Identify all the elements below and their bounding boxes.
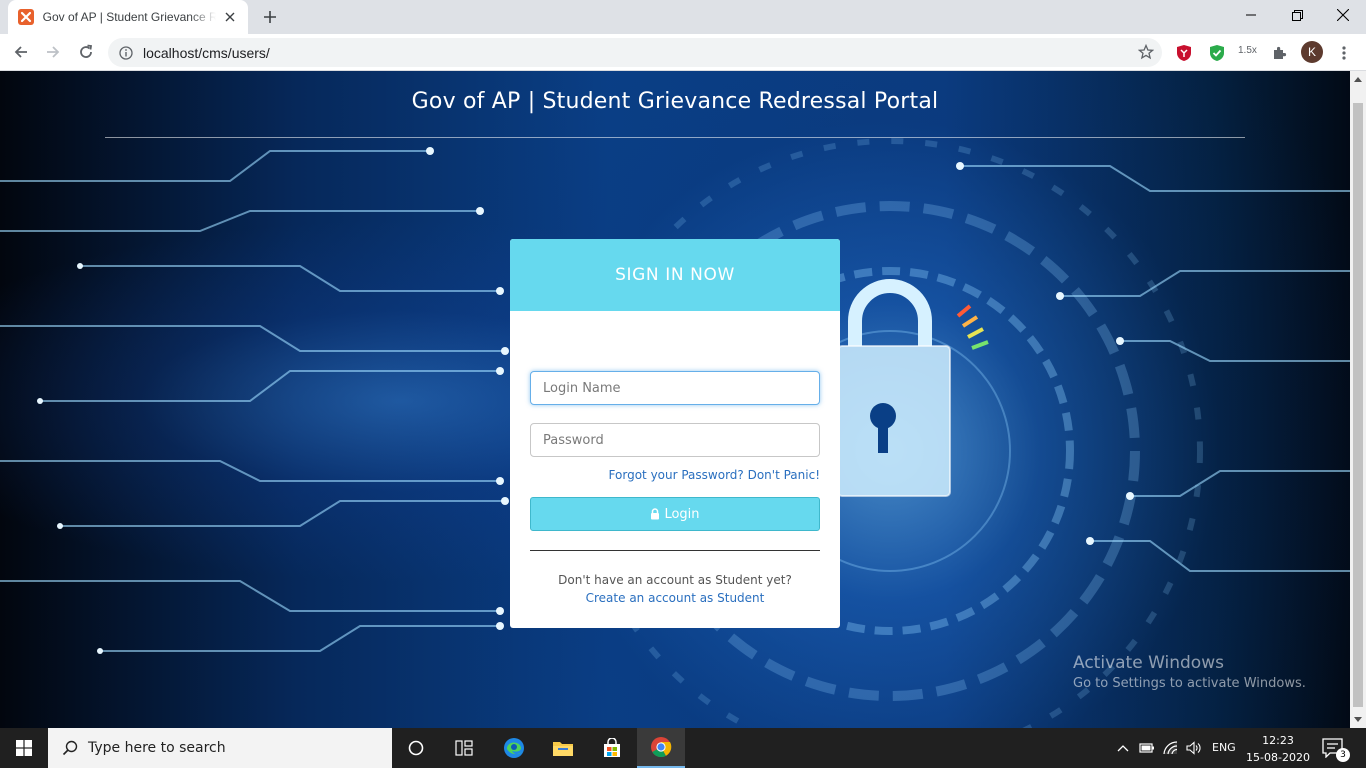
- extensions-puzzle-icon[interactable]: [1270, 43, 1290, 63]
- search-icon: [60, 738, 80, 758]
- extension-shield-red-icon[interactable]: [1174, 43, 1194, 63]
- title-divider: [105, 137, 1245, 138]
- tray-overflow-chevron-icon[interactable]: [1114, 740, 1132, 756]
- windows-taskbar: Type here to search ENG 12:23 15-08-2020…: [0, 728, 1366, 768]
- arrow-left-icon: [14, 46, 27, 58]
- new-tab-button[interactable]: [258, 6, 282, 28]
- chrome-menu-icon[interactable]: [1334, 43, 1354, 63]
- login-button-label: Login: [664, 506, 700, 522]
- forgot-password-link[interactable]: Forgot your Password? Don't Panic!: [609, 468, 820, 482]
- arrow-right-icon: [47, 46, 60, 58]
- taskbar-clock[interactable]: 12:23 15-08-2020: [1245, 732, 1311, 766]
- scroll-thumb[interactable]: [1353, 103, 1363, 707]
- browser-tabstrip: Gov of AP | Student Grievance Redressal …: [0, 0, 1366, 34]
- padlock-icon: [837, 279, 951, 497]
- card-divider: [530, 550, 820, 551]
- xampp-favicon-icon: [18, 9, 34, 25]
- back-button[interactable]: [8, 39, 34, 65]
- create-account-link[interactable]: Create an account as Student: [510, 591, 840, 605]
- bookmark-star-icon[interactable]: [1137, 43, 1155, 64]
- taskbar-chrome[interactable]: [637, 728, 685, 768]
- close-window-button[interactable]: [1320, 0, 1366, 30]
- scroll-down-arrow-icon[interactable]: [1354, 717, 1362, 722]
- clock-time: 12:23: [1262, 734, 1294, 747]
- url-text: localhost/cms/users/: [143, 44, 270, 61]
- chrome-icon: [651, 737, 672, 758]
- wifi-icon[interactable]: [1162, 740, 1180, 756]
- password-input[interactable]: [530, 423, 820, 457]
- login-card: SIGN IN NOW Forgot your Password? Don't …: [510, 239, 840, 628]
- folder-icon: [553, 742, 573, 756]
- start-button[interactable]: [0, 728, 48, 768]
- taskbar-edge[interactable]: [490, 728, 538, 768]
- reload-icon: [80, 44, 93, 58]
- scroll-up-arrow-icon[interactable]: [1354, 77, 1362, 82]
- forward-button[interactable]: [40, 39, 66, 65]
- task-view-icon: [455, 740, 473, 756]
- address-bar[interactable]: localhost/cms/users/: [108, 38, 1162, 67]
- browser-toolbar: localhost/cms/users/ 1.5x K: [0, 34, 1366, 71]
- no-account-text: Don't have an account as Student yet?: [558, 573, 792, 587]
- store-bag-icon: [604, 738, 620, 757]
- clock-date: 15-08-2020: [1246, 751, 1310, 764]
- windows-logo-icon: [16, 740, 32, 756]
- search-placeholder: Type here to search: [88, 740, 226, 756]
- page-title: Gov of AP | Student Grievance Redressal …: [411, 89, 939, 114]
- notification-count-badge: 3: [1336, 748, 1350, 762]
- activate-windows-watermark: Activate Windows Go to Settings to activ…: [1073, 653, 1306, 691]
- action-center-button[interactable]: 3: [1322, 738, 1350, 762]
- login-button[interactable]: Login: [530, 497, 820, 531]
- browser-tab[interactable]: Gov of AP | Student Grievance Redressal …: [8, 0, 248, 34]
- task-view-button[interactable]: [440, 728, 488, 768]
- activate-windows-subtitle: Go to Settings to activate Windows.: [1073, 676, 1306, 691]
- taskbar-search-box[interactable]: Type here to search: [48, 728, 392, 768]
- tab-close-icon[interactable]: [222, 9, 238, 25]
- volume-icon[interactable]: [1185, 740, 1203, 756]
- cortana-circle-icon: [408, 740, 424, 756]
- edge-icon: [504, 738, 524, 758]
- activate-windows-title: Activate Windows: [1073, 653, 1224, 673]
- page-scrollbar[interactable]: [1350, 71, 1366, 728]
- login-card-header: SIGN IN NOW: [510, 239, 840, 311]
- cortana-button[interactable]: [392, 728, 440, 768]
- lock-icon: [651, 508, 660, 520]
- minimize-button[interactable]: [1228, 0, 1274, 30]
- taskbar-store[interactable]: [588, 728, 636, 768]
- login-name-input[interactable]: [530, 371, 820, 405]
- login-card-heading: SIGN IN NOW: [615, 265, 735, 285]
- input-language[interactable]: ENG: [1212, 741, 1236, 754]
- restore-button[interactable]: [1274, 0, 1320, 30]
- reload-button[interactable]: [73, 39, 99, 65]
- site-info-icon[interactable]: [118, 45, 134, 61]
- battery-icon[interactable]: [1138, 740, 1156, 756]
- taskbar-file-explorer[interactable]: [539, 728, 587, 768]
- profile-avatar[interactable]: K: [1301, 41, 1323, 63]
- page-viewport: Gov of AP | Student Grievance Redressal …: [0, 71, 1350, 728]
- extension-shield-green-icon[interactable]: [1207, 43, 1227, 63]
- zoom-badge[interactable]: 1.5x: [1238, 45, 1257, 56]
- tab-title: Gov of AP | Student Grievance Redressal …: [42, 10, 217, 24]
